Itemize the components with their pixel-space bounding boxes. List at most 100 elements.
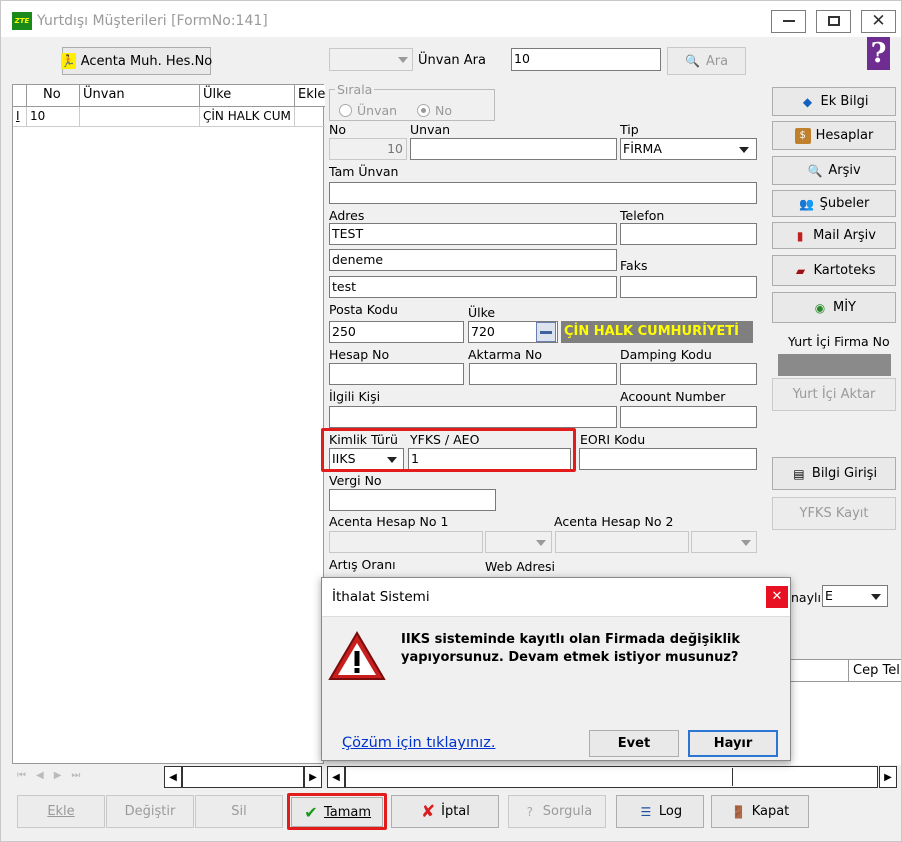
ulke-lookup-button[interactable]	[536, 322, 556, 342]
grid-cell-no[interactable]: 10	[27, 107, 80, 127]
bilgi-girisi-button[interactable]: ▤ Bilgi Girişi	[772, 457, 896, 490]
grid-cell-ekle[interactable]	[295, 107, 325, 127]
search-type-select[interactable]	[329, 48, 413, 71]
sil-button[interactable]: Sil	[195, 795, 283, 828]
damping-kodu-field[interactable]	[620, 363, 757, 385]
yurt-ici-firma-no-field	[778, 354, 891, 376]
search-input[interactable]: 10	[511, 48, 661, 71]
scroll-left-arrow[interactable]: ◀	[164, 766, 182, 788]
account-number-field[interactable]	[620, 406, 757, 428]
maximize-button[interactable]	[816, 10, 851, 33]
dialog-close-button[interactable]: ✕	[766, 586, 788, 608]
tip-value: FİRMA	[623, 141, 662, 156]
tam-unvan-field[interactable]	[329, 182, 757, 204]
yurt-ici-aktar-button[interactable]: Yurt İçi Aktar	[772, 378, 896, 411]
ulke-label: Ülke	[468, 305, 496, 320]
grid-header-no[interactable]: No	[27, 85, 80, 107]
search-button[interactable]: 🔍 Ara	[667, 47, 746, 75]
tip-select[interactable]: FİRMA	[620, 138, 757, 160]
title-bar: ZTE Yurtdışı Müşterileri [FormNo:141] ✕	[1, 1, 901, 37]
adres-line-2[interactable]: deneme	[329, 249, 617, 271]
grid-row-marker[interactable]: I	[13, 107, 27, 127]
mail-arsiv-button[interactable]: ▮ Mail Arşiv	[772, 222, 896, 249]
acenta-hesap-2-field[interactable]	[555, 531, 689, 553]
grid-header-ulke[interactable]: Ülke	[200, 85, 295, 107]
yurt-ici-firma-no-label: Yurt İçi Firma No	[788, 334, 890, 349]
onayli-label: naylı	[791, 590, 821, 605]
iptal-button[interactable]: ✘ İptal	[391, 795, 499, 828]
degistir-button[interactable]: Değiştir	[106, 795, 194, 828]
acenta-hesap-1-select[interactable]	[485, 531, 552, 553]
main-window: ZTE Yurtdışı Müşterileri [FormNo:141] ✕ …	[0, 0, 902, 842]
grid-cell-ulke[interactable]: ÇİN HALK CUM	[200, 107, 295, 127]
no-label: No	[329, 122, 346, 137]
onayli-select[interactable]: E	[822, 585, 888, 607]
acenta-hesap-1-field[interactable]	[329, 531, 483, 553]
minimize-icon	[782, 20, 795, 22]
tamam-highlight-box	[287, 793, 387, 830]
posta-kodu-field[interactable]: 250	[329, 321, 464, 343]
grid-header-ekle[interactable]: Ekle	[295, 85, 325, 107]
telefon-field[interactable]	[620, 223, 757, 245]
scroll-right-arrow-2[interactable]: ▶	[879, 766, 897, 788]
dialog-no-button[interactable]: Hayır	[688, 730, 778, 757]
hesap-no-field[interactable]	[329, 363, 464, 385]
yfks-kayit-button[interactable]: YFKS Kayıt	[772, 497, 896, 530]
minimize-button[interactable]	[771, 10, 806, 33]
arsiv-button[interactable]: 🔍 Arşiv	[772, 156, 896, 185]
list-icon: ☰	[640, 804, 652, 819]
hesaplar-button[interactable]: $ Hesaplar	[772, 121, 896, 150]
ilgili-kisi-field[interactable]	[329, 406, 617, 428]
ek-bilgi-label: Ek Bilgi	[820, 94, 869, 109]
dialog-help-link[interactable]: Çözüm için tıklayınız.	[342, 735, 495, 751]
dialog-message-line-1: IIKS sisteminde kayıtlı olan Firmada değ…	[401, 632, 740, 647]
kapat-button[interactable]: 🚪 Kapat	[711, 795, 809, 828]
dialog-body: IIKS sisteminde kayıtlı olan Firmada değ…	[322, 616, 790, 760]
sirala-radio-no[interactable]: No	[417, 103, 452, 118]
sirala-radio-unvan[interactable]: Ünvan	[339, 103, 397, 118]
ekle-button[interactable]: Ekle	[17, 795, 105, 828]
faks-field[interactable]	[620, 276, 757, 298]
sirala-option-no-label: No	[435, 103, 452, 118]
yfks-kayit-label: YFKS Kayıt	[799, 506, 869, 521]
sorgula-button[interactable]: ? Sorgula	[508, 795, 606, 828]
horizontal-scrollbar[interactable]	[182, 766, 304, 788]
grid-cell-unvan[interactable]	[80, 107, 200, 127]
close-icon: ✕	[771, 589, 783, 604]
hesap-no-label: Hesap No	[329, 347, 390, 362]
log-button[interactable]: ☰ Log	[616, 795, 704, 828]
close-button[interactable]: ✕	[861, 10, 896, 33]
ledger-icon: $	[794, 127, 811, 144]
help-button[interactable]: ?	[867, 37, 890, 70]
miy-button[interactable]: ◉ MİY	[772, 292, 896, 323]
cep-tel-header[interactable]: Cep Tel	[848, 660, 901, 682]
grid-header-unvan[interactable]: Ünvan	[80, 85, 200, 107]
adres-line-1[interactable]: TEST	[329, 223, 617, 245]
eori-kodu-field[interactable]	[579, 448, 757, 470]
exit-door-icon: 🚪	[731, 804, 747, 819]
acenta-muh-hes-no-button[interactable]: 🏃 Acenta Muh. Hes.No	[60, 47, 212, 75]
dialog-yes-button[interactable]: Evet	[589, 730, 679, 757]
person-icon: 🏃	[60, 53, 76, 69]
acenta-hesap-2-select[interactable]	[691, 531, 757, 553]
subeler-button[interactable]: 👥 Şubeler	[772, 190, 896, 217]
contacts-grid[interactable]: Cep Tel	[791, 659, 901, 765]
grid-navigator[interactable]: ⏮◀▶⏭	[12, 765, 157, 787]
scroll-left-arrow-2[interactable]: ◀	[327, 766, 345, 788]
onayli-value: E	[825, 588, 833, 603]
vergi-no-field[interactable]	[329, 489, 496, 511]
scroll-right-arrow[interactable]: ▶	[304, 766, 322, 788]
customer-grid[interactable]: No Ünvan Ülke Ekle I 10 ÇİN HALK CUM	[12, 84, 325, 764]
ekle-label: Ekle	[47, 804, 75, 819]
aktarma-no-field[interactable]	[469, 363, 617, 385]
log-label: Log	[658, 804, 683, 819]
maximize-icon	[827, 16, 840, 26]
tip-label: Tip	[620, 122, 639, 137]
ek-bilgi-button[interactable]: ◆ Ek Bilgi	[772, 87, 896, 116]
no-field[interactable]: 10	[329, 138, 407, 160]
unvan-field[interactable]	[410, 138, 617, 160]
kartoteks-button[interactable]: ▰ Kartoteks	[772, 255, 896, 286]
adres-line-3[interactable]: test	[329, 276, 617, 298]
scroll-thumb-2[interactable]	[347, 768, 733, 786]
ilgili-kisi-label: İlgili Kişi	[329, 389, 381, 404]
